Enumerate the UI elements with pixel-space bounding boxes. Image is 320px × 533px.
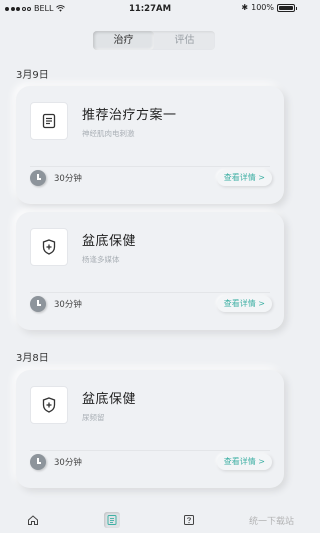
divider xyxy=(30,166,270,167)
battery-icon xyxy=(277,3,297,12)
tab-assessment[interactable]: 评估 xyxy=(154,31,215,50)
shield-plus-icon xyxy=(30,386,68,424)
view-details-button[interactable]: 查看详情 > xyxy=(216,296,272,312)
status-bar: BELL 11:27AM ✱ 100% xyxy=(0,0,300,18)
treatment-card[interactable]: 推荐治疗方案一 神经肌肉电刺激 30分钟 查看详情 > xyxy=(16,86,284,204)
duration-label: 30分钟 xyxy=(54,300,82,310)
card-subtitle: 杨逢多媒体 xyxy=(82,255,120,264)
list-icon[interactable] xyxy=(104,512,120,528)
shield-plus-icon xyxy=(30,228,68,266)
section-date: 3月9日 xyxy=(16,70,49,81)
duration-label: 30分钟 xyxy=(54,458,82,468)
segmented-tabs: 治疗 评估 xyxy=(93,31,215,50)
card-title: 推荐治疗方案一 xyxy=(82,108,177,123)
view-details-button[interactable]: 查看详情 > xyxy=(216,454,272,470)
watermark-logo: 统一下载站 xyxy=(248,517,294,527)
treatment-card[interactable]: 盆底保健 杨逢多媒体 30分钟 查看详情 > xyxy=(16,212,284,330)
tab-treatment[interactable]: 治疗 xyxy=(93,31,154,50)
view-details-button[interactable]: 查看详情 > xyxy=(216,170,272,186)
treatment-card[interactable]: 盆底保健 尿频留 30分钟 查看详情 > xyxy=(16,370,284,488)
card-title: 盆底保健 xyxy=(82,392,137,407)
help-icon[interactable] xyxy=(181,512,197,528)
card-title: 盆底保健 xyxy=(82,234,137,249)
duration: 30分钟 xyxy=(30,454,82,470)
battery-percent: 100% xyxy=(251,3,274,12)
document-icon xyxy=(30,102,68,140)
clock-icon xyxy=(30,170,46,186)
home-icon[interactable] xyxy=(25,512,41,528)
duration: 30分钟 xyxy=(30,170,82,186)
card-subtitle: 神经肌肉电刺激 xyxy=(82,129,135,138)
clock-icon xyxy=(30,296,46,312)
card-subtitle: 尿频留 xyxy=(82,413,105,422)
duration: 30分钟 xyxy=(30,296,82,312)
clock-icon xyxy=(30,454,46,470)
duration-label: 30分钟 xyxy=(54,174,82,184)
section-date: 3月8日 xyxy=(16,353,49,364)
status-right: ✱ 100% xyxy=(241,3,297,12)
divider xyxy=(30,292,270,293)
bluetooth-icon: ✱ xyxy=(241,3,249,12)
divider xyxy=(30,450,270,451)
